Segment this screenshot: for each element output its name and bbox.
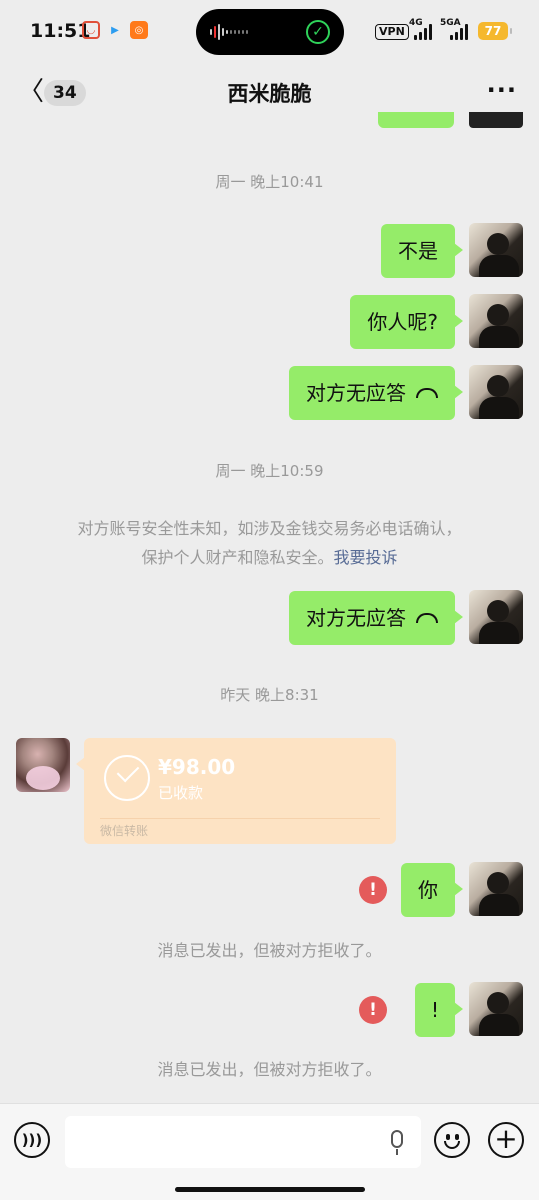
chat-title: 西米脆脆 bbox=[227, 82, 312, 106]
check-icon: ✓ bbox=[306, 20, 330, 44]
chat-header: 〈 34 西米脆脆 ··· bbox=[0, 64, 539, 120]
taobao-icon: ◎ bbox=[130, 21, 148, 39]
check-icon bbox=[104, 755, 150, 801]
transfer-footer: 微信转账 bbox=[100, 824, 149, 838]
message-row: ! ! bbox=[0, 982, 539, 1038]
call-record-text: 对方无应答 bbox=[306, 606, 406, 630]
input-bar: ))) + bbox=[0, 1103, 539, 1200]
voice-icon[interactable]: ))) bbox=[14, 1122, 50, 1158]
message-bubble[interactable]: ! bbox=[414, 983, 464, 1037]
message-bubble[interactable]: 你人呢? bbox=[350, 295, 463, 349]
signal-bars-2-icon bbox=[450, 24, 468, 40]
mic-icon[interactable] bbox=[391, 1130, 403, 1155]
call-record-row: 对方无应答 bbox=[0, 590, 539, 646]
play-store-icon: ▶ bbox=[111, 24, 119, 36]
my-avatar[interactable] bbox=[469, 982, 523, 1036]
vpn-badge: VPN bbox=[375, 24, 409, 40]
timestamp: 周一 晚上10:41 bbox=[215, 173, 324, 191]
divider bbox=[100, 818, 380, 819]
my-avatar[interactable] bbox=[469, 294, 523, 348]
message-row: 你人呢? bbox=[0, 294, 539, 350]
call-record-bubble[interactable]: 对方无应答 bbox=[289, 366, 463, 420]
recording-wave-icon bbox=[210, 23, 248, 41]
timestamp: 昨天 晚上8:31 bbox=[220, 686, 319, 704]
my-avatar[interactable] bbox=[469, 223, 523, 277]
previous-message-bubble[interactable] bbox=[378, 112, 454, 128]
message-bubble[interactable]: 不是 bbox=[381, 224, 463, 278]
battery-indicator: 77 bbox=[478, 22, 512, 40]
security-notice-line: 保护个人财产和隐私安全。 bbox=[141, 548, 334, 567]
my-avatar[interactable] bbox=[469, 365, 523, 419]
security-notice-line: 对方账号安全性未知，如涉及金钱交易务必电话确认， bbox=[77, 519, 462, 538]
call-record-text: 对方无应答 bbox=[306, 381, 406, 405]
notification-icons: ◡ ▶ ◎ bbox=[82, 21, 148, 39]
rejected-notice: 消息已发出，但被对方拒收了。 bbox=[157, 941, 382, 960]
timestamp: 周一 晚上10:59 bbox=[215, 462, 324, 480]
contact-avatar[interactable] bbox=[16, 738, 70, 792]
call-record-row: 对方无应答 bbox=[0, 365, 539, 421]
error-icon[interactable]: ! bbox=[359, 996, 387, 1024]
call-record-bubble[interactable]: 对方无应答 bbox=[289, 591, 463, 645]
app-notification-icon: ◡ bbox=[82, 21, 100, 39]
hangup-icon bbox=[416, 387, 438, 398]
home-indicator[interactable] bbox=[175, 1187, 365, 1192]
report-link[interactable]: 我要投诉 bbox=[334, 548, 398, 567]
error-icon[interactable]: ! bbox=[359, 876, 387, 904]
signal-bars-1-icon bbox=[414, 24, 432, 40]
status-bar: 11:51 ◡ ▶ ◎ ✓ VPN 4G 5GA 77 bbox=[0, 0, 539, 64]
transfer-status: 已收款 bbox=[158, 784, 204, 802]
transfer-amount: ¥98.00 bbox=[158, 755, 236, 779]
message-row: 不是 bbox=[0, 223, 539, 279]
message-row: ! 你 bbox=[0, 862, 539, 918]
plus-icon[interactable]: + bbox=[488, 1122, 524, 1158]
message-bubble[interactable]: 你 bbox=[401, 863, 463, 917]
my-avatar[interactable] bbox=[469, 862, 523, 916]
dynamic-island: ✓ bbox=[196, 9, 344, 55]
transfer-card[interactable]: ¥98.00 已收款 微信转账 bbox=[76, 738, 396, 844]
security-notice: 对方账号安全性未知，如涉及金钱交易务必电话确认， 保护个人财产和隐私安全。我要投… bbox=[0, 514, 539, 572]
avatar[interactable] bbox=[469, 112, 523, 128]
more-icon[interactable]: ··· bbox=[487, 76, 517, 104]
message-input[interactable] bbox=[65, 1116, 421, 1168]
hangup-icon bbox=[416, 612, 438, 623]
emoji-icon[interactable] bbox=[434, 1122, 470, 1158]
rejected-notice: 消息已发出，但被对方拒收了。 bbox=[157, 1060, 382, 1079]
my-avatar[interactable] bbox=[469, 590, 523, 644]
